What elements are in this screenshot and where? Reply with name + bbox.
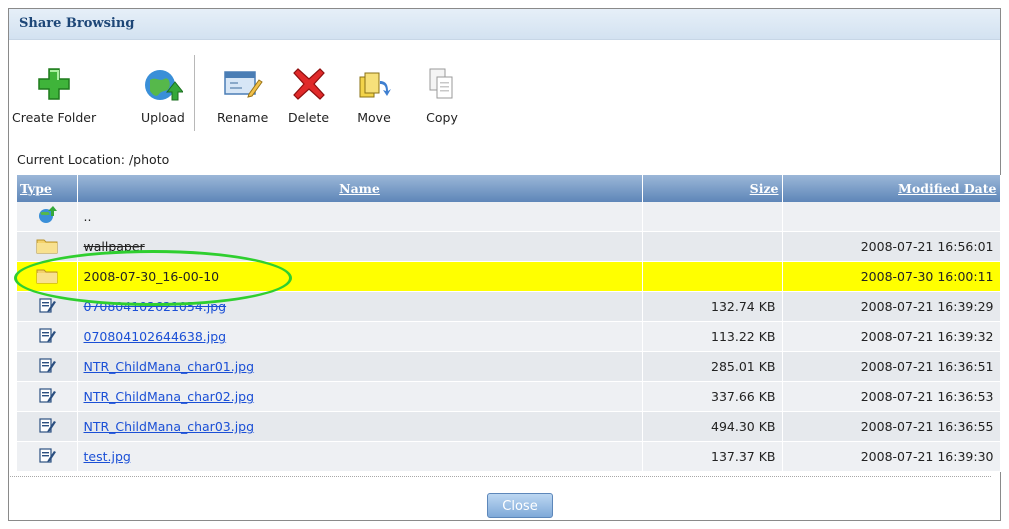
table-row[interactable]: NTR_ChildMana_char03.jpg 494.30 KB 2008-… [17,411,1001,442]
title-bar: Share Browsing [9,9,1000,40]
upload-label: Upload [141,110,185,125]
file-name[interactable]: test.jpg [77,441,643,472]
create-folder-button[interactable]: Create Folder [12,64,96,125]
file-modified: 2008-07-21 16:39:32 [782,321,1001,352]
rename-window-icon [223,64,263,104]
table-row[interactable]: .. [17,202,1001,232]
table-row[interactable]: wallpaper 2008-07-21 16:56:01 [17,231,1001,262]
toolbar-separator [194,55,195,131]
green-plus-icon [34,64,74,104]
folder-icon[interactable] [17,231,78,262]
file-modified: 2008-07-30 16:00:11 [782,261,1001,292]
move-docs-icon [354,64,394,104]
delete-button[interactable]: Delete [288,64,329,125]
file-size: 132.74 KB [642,291,783,322]
file-name[interactable]: NTR_ChildMana_char01.jpg [77,351,643,382]
file-size: 137.37 KB [642,441,783,472]
file-icon[interactable] [17,441,78,472]
folder-icon[interactable] [17,261,78,292]
copy-button[interactable]: Copy [422,64,462,125]
rename-label: Rename [217,110,269,125]
table-header-row: Type Name Size Modified Date [17,175,1001,202]
red-x-icon [289,64,329,104]
file-size: 113.22 KB [642,321,783,352]
file-icon[interactable] [17,321,78,352]
column-header-name[interactable]: Name [77,175,643,202]
column-header-modified[interactable]: Modified Date [782,175,1001,202]
file-modified: 2008-07-21 16:39:29 [782,291,1001,322]
globe-arrow-icon [143,64,183,104]
parent-folder-icon[interactable] [17,202,78,232]
move-button[interactable]: Move [354,64,394,125]
table-row[interactable]: NTR_ChildMana_char01.jpg 285.01 KB 2008-… [17,351,1001,382]
current-location: Current Location: /photo [17,152,170,167]
file-size [642,231,783,262]
file-size: 285.01 KB [642,351,783,382]
file-modified [782,202,1001,232]
table-row-selected[interactable]: 2008-07-30_16-00-10 2008-07-30 16:00:11 [17,261,1001,292]
dialog-title: Share Browsing [19,16,135,31]
file-size: 494.30 KB [642,411,783,442]
file-size [642,202,783,232]
close-button[interactable]: Close [487,493,553,518]
file-name[interactable]: wallpaper [77,231,643,262]
file-name[interactable]: NTR_ChildMana_char02.jpg [77,381,643,412]
table-row[interactable]: test.jpg 137.37 KB 2008-07-21 16:39:30 [17,441,1001,472]
file-name[interactable]: 2008-07-30_16-00-10 [77,261,643,292]
file-icon[interactable] [17,381,78,412]
file-name[interactable]: .. [77,202,643,232]
column-header-size[interactable]: Size [642,175,783,202]
rename-button[interactable]: Rename [217,64,268,125]
file-modified: 2008-07-21 16:36:53 [782,381,1001,412]
copy-docs-icon [422,64,462,104]
table-row[interactable]: NTR_ChildMana_char02.jpg 337.66 KB 2008-… [17,381,1001,412]
move-label: Move [357,110,391,125]
table-row[interactable]: 070804102621054.jpg 132.74 KB 2008-07-21… [17,291,1001,322]
table-row[interactable]: 070804102644638.jpg 113.22 KB 2008-07-21… [17,321,1001,352]
file-name[interactable]: NTR_ChildMana_char03.jpg [77,411,643,442]
file-icon[interactable] [17,291,78,322]
file-icon[interactable] [17,411,78,442]
copy-label: Copy [426,110,458,125]
upload-button[interactable]: Upload [141,64,185,125]
delete-label: Delete [288,110,330,125]
create-folder-label: Create Folder [12,110,97,125]
file-icon[interactable] [17,351,78,382]
file-table: Type Name Size Modified Date .. wallpape… [17,175,1001,472]
file-size: 337.66 KB [642,381,783,412]
file-name[interactable]: 070804102644638.jpg [77,321,643,352]
file-name[interactable]: 070804102621054.jpg [77,291,643,322]
file-modified: 2008-07-21 16:36:55 [782,411,1001,442]
file-modified: 2008-07-21 16:39:30 [782,441,1001,472]
footer-divider [10,476,991,477]
column-header-type[interactable]: Type [17,175,78,202]
file-size [642,261,783,292]
file-modified: 2008-07-21 16:36:51 [782,351,1001,382]
file-modified: 2008-07-21 16:56:01 [782,231,1001,262]
